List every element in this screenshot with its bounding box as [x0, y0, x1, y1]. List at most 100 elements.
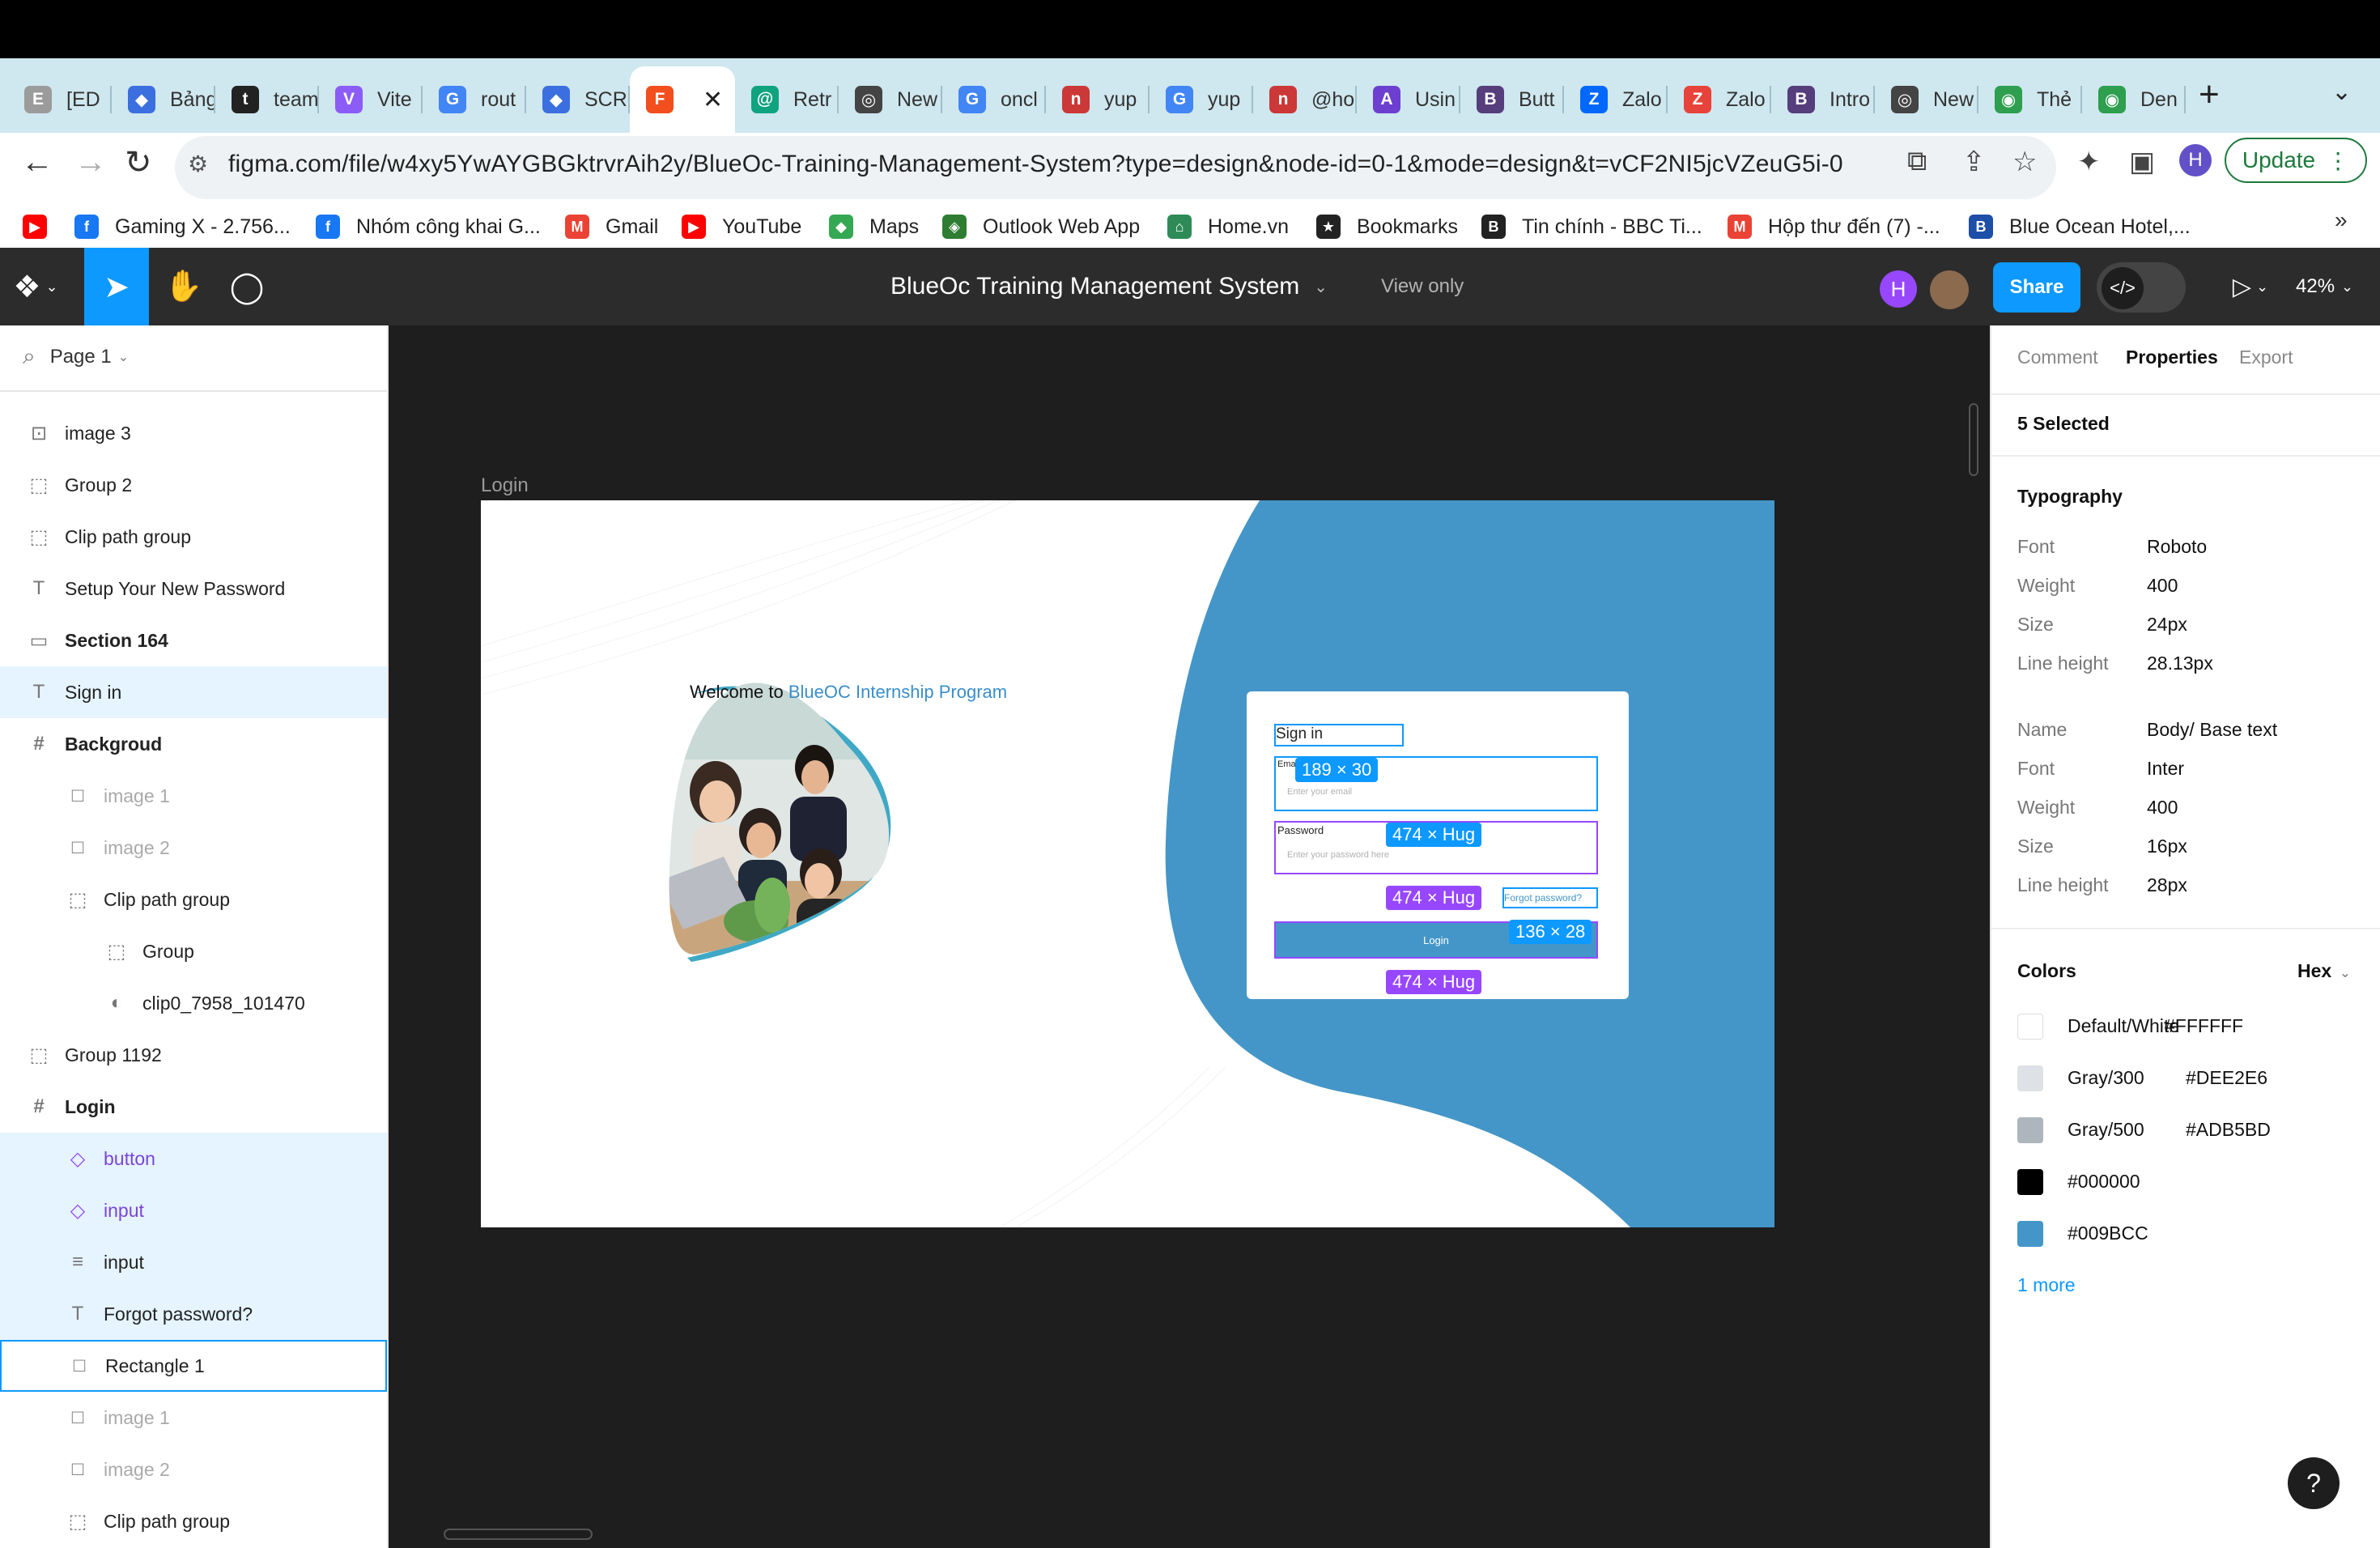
more-colors-link[interactable]: 1 more [2017, 1274, 2076, 1296]
browser-tab[interactable]: n @ho [1253, 66, 1357, 133]
forward-icon[interactable]: → [74, 144, 107, 181]
color-format-select[interactable]: Hex ⌄ [2297, 960, 2351, 982]
layer-row[interactable]: # Login [0, 1081, 387, 1133]
browser-tab[interactable]: F ✕ [630, 66, 735, 133]
layer-row[interactable]: ⬚ Group 2 [0, 459, 387, 511]
share-button[interactable]: Share [1993, 262, 2080, 313]
browser-tab[interactable]: ◉ Thẻ [1978, 66, 2082, 133]
browser-tab[interactable]: ◎ New [839, 66, 942, 133]
browser-tab[interactable]: ◎ New [1875, 66, 1978, 133]
layer-row[interactable]: ⬚ Group [0, 925, 387, 977]
layer-row[interactable]: T Setup Your New Password [0, 563, 387, 615]
layer-row[interactable]: ⬚ Clip path group [0, 511, 387, 563]
group-icon: ⬚ [68, 1510, 87, 1533]
browser-tab[interactable]: Grout [423, 66, 526, 133]
bookmark-item[interactable]: B Blue Ocean Hotel,... [1969, 206, 2191, 248]
layer-row[interactable]: ⬚ Clip path group [0, 874, 387, 925]
vertical-scrollbar[interactable] [1969, 403, 1978, 476]
bookmark-item[interactable]: B Tin chính - BBC Ti... [1481, 206, 1702, 248]
url-text[interactable]: figma.com/file/w4xy5YwAYGBGktrvrAih2y/Bl… [228, 151, 1843, 178]
browser-tab[interactable]: V Vite [319, 66, 423, 133]
browser-tab[interactable]: E [ED [8, 66, 112, 133]
figma-menu-icon[interactable]: ❖ ⌄ [0, 248, 71, 325]
layer-row[interactable]: ⬚ Group 1192 [0, 1029, 387, 1081]
bookmark-item[interactable]: M Hộp thư đến (7) -... [1728, 206, 1940, 248]
site-info-icon[interactable]: ⚙ [188, 151, 208, 177]
search-icon[interactable]: ⌕ [23, 343, 36, 370]
layer-row[interactable]: □ image 2 [0, 822, 387, 874]
bookmark-item[interactable]: ▶ [23, 206, 63, 248]
layer-row[interactable]: ◇ button [0, 1133, 387, 1184]
browser-tab[interactable]: n yup [1046, 66, 1150, 133]
side-panel-icon[interactable]: ▣ [2129, 146, 2155, 178]
layer-row[interactable]: □ image 2 [0, 1444, 387, 1495]
color-swatch[interactable] [2017, 1169, 2043, 1195]
browser-tab[interactable]: B Intro [1771, 66, 1875, 133]
bookmark-item[interactable]: f Gaming X - 2.756... [74, 206, 291, 248]
browser-tab[interactable]: ◆ Bảng [112, 66, 215, 133]
profile-avatar[interactable]: H [2179, 144, 2212, 176]
extensions-icon[interactable]: ✦ [2077, 146, 2101, 178]
share-page-icon[interactable]: ⇪ [1962, 146, 1986, 178]
move-tool-icon[interactable]: ➤ [84, 248, 149, 325]
layer-row[interactable]: ▭ Section 164 [0, 615, 387, 666]
color-swatch[interactable] [2017, 1065, 2043, 1091]
bookmark-item[interactable]: f Nhóm công khai G... [316, 206, 541, 248]
reload-icon[interactable]: ↻ [125, 144, 152, 181]
horizontal-scrollbar[interactable] [444, 1529, 593, 1540]
more-bookmarks-icon[interactable]: » [2335, 207, 2348, 233]
layer-row[interactable]: T Forgot password? [0, 1288, 387, 1340]
browser-tab[interactable]: Z Zalo [1668, 66, 1771, 133]
update-button[interactable]: Update ⋮ [2225, 138, 2367, 183]
browser-tab[interactable]: ◉ Den [2082, 66, 2186, 133]
tab-properties[interactable]: Properties [2126, 347, 2218, 368]
frame-label[interactable]: Login [481, 474, 529, 497]
layer-row[interactable]: ◇ input [0, 1184, 387, 1236]
layer-row[interactable]: ≡ input [0, 1236, 387, 1288]
bookmark-item[interactable]: ◆ Maps [829, 206, 919, 248]
collaborator-avatar[interactable]: H [1880, 270, 1917, 308]
hand-tool-icon[interactable]: ✋ [154, 248, 214, 325]
layer-row[interactable]: T Sign in [0, 666, 387, 718]
bookmark-star-icon[interactable]: ☆ [2012, 146, 2037, 178]
browser-tab[interactable]: t team [215, 66, 319, 133]
browser-tab[interactable]: B Butt [1460, 66, 1564, 133]
color-swatch[interactable] [2017, 1117, 2043, 1143]
browser-tab[interactable]: ◆ SCR [526, 66, 630, 133]
present-play-icon[interactable]: ▷ ⌄ [2218, 248, 2283, 325]
browser-tab[interactable]: @ Retr [735, 66, 839, 133]
layer-row[interactable]: □ image 1 [0, 1392, 387, 1444]
bookmark-item[interactable]: ▶ YouTube [682, 206, 801, 248]
layer-row[interactable]: ⊡ image 3 [0, 407, 387, 459]
comment-tool-icon[interactable]: ◯ [217, 248, 277, 325]
bookmark-item[interactable]: M Gmail [565, 206, 658, 248]
install-app-icon[interactable]: ⧉ [1907, 146, 1927, 177]
bookmark-item[interactable]: ⌂ Home.vn [1167, 206, 1289, 248]
new-tab-button[interactable]: + [2199, 74, 2220, 115]
layer-row[interactable]: □ Rectangle 1 [0, 1340, 387, 1392]
zoom-level[interactable]: 42% ⌄ [2296, 248, 2353, 325]
group-icon: ⬚ [68, 888, 87, 911]
close-tab-icon[interactable]: ✕ [703, 86, 723, 114]
file-title[interactable]: BlueOc Training Management System ⌄ [890, 248, 1328, 325]
layer-row[interactable]: ⬚ Clip path group [0, 1495, 387, 1547]
page-selector[interactable]: ⌕ Page 1 ⌄ [23, 343, 129, 370]
layer-row[interactable]: □ image 1 [0, 770, 387, 822]
user-photo-avatar[interactable] [1930, 270, 1969, 309]
browser-tab[interactable]: A Usin [1357, 66, 1460, 133]
tab-comment[interactable]: Comment [2017, 347, 2098, 368]
layer-row[interactable]: # Backgroud [0, 718, 387, 770]
browser-tab[interactable]: Gyup [1150, 66, 1253, 133]
back-icon[interactable]: ← [21, 144, 53, 181]
tab-search-button[interactable]: ⌄ [2331, 78, 2352, 106]
tab-export[interactable]: Export [2239, 347, 2293, 368]
color-swatch[interactable] [2017, 1014, 2043, 1040]
color-swatch[interactable] [2017, 1221, 2043, 1247]
help-button[interactable]: ? [2288, 1457, 2340, 1509]
chevron-down-icon: ⌄ [1314, 278, 1328, 296]
browser-tab[interactable]: Z Zalo [1564, 66, 1668, 133]
bookmark-item[interactable]: ★ Bookmarks [1316, 206, 1458, 248]
bookmark-item[interactable]: ◈ Outlook Web App [942, 206, 1140, 248]
browser-tab[interactable]: Goncl [942, 66, 1046, 133]
layer-row[interactable]: ◐ clip0_7958_101470 [0, 977, 387, 1029]
